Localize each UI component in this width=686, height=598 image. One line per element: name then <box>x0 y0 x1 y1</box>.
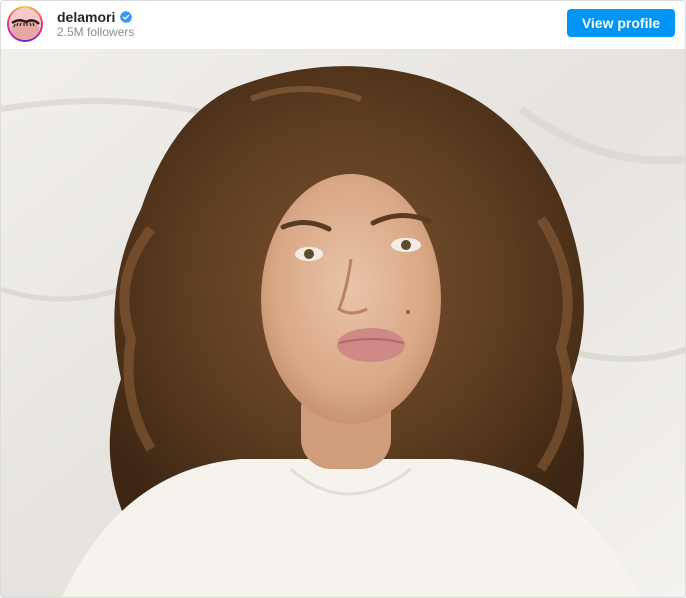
verified-badge-icon <box>119 10 133 24</box>
avatar-image <box>9 8 41 40</box>
avatar-story-ring[interactable] <box>7 6 43 42</box>
follower-count: 2.5M followers <box>57 25 135 39</box>
view-profile-button[interactable]: View profile <box>567 9 675 37</box>
avatar[interactable] <box>9 8 41 40</box>
username-row: delamori <box>57 7 133 27</box>
post-header: delamori 2.5M followers View profile <box>1 1 685 48</box>
username[interactable]: delamori <box>57 9 115 25</box>
instagram-embed: delamori 2.5M followers View profile <box>0 0 686 598</box>
post-photo[interactable] <box>1 49 686 598</box>
